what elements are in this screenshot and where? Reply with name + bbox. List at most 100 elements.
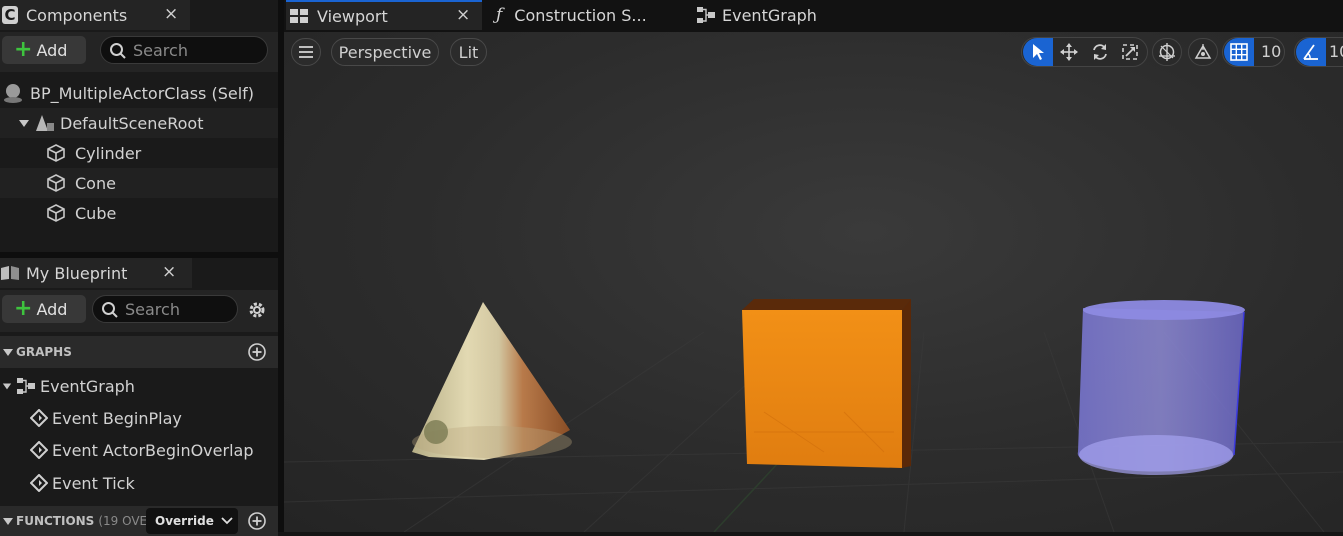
function-icon: ƒ xyxy=(496,5,503,25)
cube-mesh[interactable] xyxy=(742,299,911,468)
close-icon[interactable]: × xyxy=(456,5,470,25)
my-blueprint-tab-label: My Blueprint xyxy=(26,263,128,283)
add-component-label: Add xyxy=(36,40,68,60)
search-icon xyxy=(110,43,126,59)
hamburger-menu-icon xyxy=(299,46,313,58)
tree-item-label: Cylinder xyxy=(75,143,142,163)
components-icon: C xyxy=(2,6,18,24)
chevron-down-icon[interactable] xyxy=(2,381,12,391)
components-search-input[interactable]: Search xyxy=(100,36,268,64)
lit-label: Lit xyxy=(458,42,479,62)
gear-icon[interactable] xyxy=(246,299,268,321)
viewport[interactable]: Perspective Lit 10 10 xyxy=(284,32,1343,532)
tree-item-label: Cone xyxy=(75,173,116,193)
grid-snap-group: 10 xyxy=(1222,37,1285,67)
tree-item-cone[interactable]: Cone xyxy=(0,168,278,198)
static-mesh-icon xyxy=(47,174,65,192)
chevron-down-icon xyxy=(3,349,13,356)
rotation-snap-toggle[interactable] xyxy=(1296,38,1326,66)
scale-icon xyxy=(1122,44,1138,60)
coordinate-system-button[interactable] xyxy=(1152,38,1182,66)
override-dropdown[interactable]: Override xyxy=(146,508,238,534)
cursor-icon xyxy=(1033,44,1044,60)
plus-icon: + xyxy=(14,37,33,62)
add-graph-icon[interactable] xyxy=(247,342,267,362)
select-tool-button[interactable] xyxy=(1023,38,1053,66)
blueprint-toolbar: + Add Search xyxy=(0,290,278,332)
event-graph-icon xyxy=(697,7,715,23)
move-icon xyxy=(1060,43,1078,61)
graphs-section-header[interactable]: GRAPHS xyxy=(0,336,278,368)
static-mesh-icon xyxy=(47,144,65,162)
tree-item-cylinder[interactable]: Cylinder xyxy=(0,138,278,168)
tree-item-label: BP_MultipleActorClass (Self) xyxy=(30,83,255,103)
surface-snap-icon xyxy=(1194,44,1212,59)
chevron-down-icon xyxy=(3,518,13,525)
tree-item-cube[interactable]: Cube xyxy=(0,198,278,228)
blueprint-sphere-icon xyxy=(4,84,22,103)
tab-construction-script[interactable]: ƒ Construction S... xyxy=(492,0,682,30)
add-blueprint-label: Add xyxy=(36,299,68,319)
graph-item-event-actorbeginoverlap[interactable]: Event ActorBeginOverlap xyxy=(0,434,278,466)
graph-item-event-tick[interactable]: Event Tick xyxy=(0,467,278,499)
rotation-snap-value[interactable]: 10 xyxy=(1329,42,1343,61)
transform-tools-group xyxy=(1021,37,1148,67)
tree-item-defaultsceneroot[interactable]: DefaultSceneRoot xyxy=(0,108,278,138)
event-node-icon xyxy=(30,474,48,492)
rotate-icon xyxy=(1093,44,1107,60)
static-mesh-icon xyxy=(47,204,65,222)
cylinder-mesh[interactable] xyxy=(1077,300,1245,475)
editor-tab-bar: Viewport × ƒ Construction S... EventGrap… xyxy=(284,0,1343,32)
graph-item-event-beginplay[interactable]: Event BeginPlay xyxy=(0,402,278,434)
tree-item-label: DefaultSceneRoot xyxy=(60,113,204,133)
add-blueprint-button[interactable]: + Add xyxy=(2,295,86,323)
graph-item-label: Event ActorBeginOverlap xyxy=(52,440,254,460)
graph-item-label: EventGraph xyxy=(40,376,135,396)
rotate-tool-button[interactable] xyxy=(1085,38,1115,66)
move-tool-button[interactable] xyxy=(1054,38,1084,66)
tab-label: EventGraph xyxy=(722,5,817,25)
lit-button[interactable]: Lit xyxy=(450,38,487,66)
grid-snap-value[interactable]: 10 xyxy=(1261,42,1281,61)
graph-item-eventgraph[interactable]: EventGraph xyxy=(0,370,278,402)
event-node-icon xyxy=(30,409,48,427)
perspective-button[interactable]: Perspective xyxy=(331,38,439,66)
blueprint-search-placeholder: Search xyxy=(125,299,180,319)
close-icon[interactable]: × xyxy=(164,4,178,24)
tab-viewport[interactable]: Viewport × xyxy=(286,0,482,30)
world-axis-icon xyxy=(1159,43,1175,61)
close-icon[interactable]: × xyxy=(162,262,176,282)
grid-snap-toggle[interactable] xyxy=(1224,38,1254,66)
tab-label: Viewport xyxy=(317,6,388,26)
perspective-label: Perspective xyxy=(338,42,432,62)
rotation-snap-group: 10 xyxy=(1294,37,1343,67)
plus-icon: + xyxy=(14,296,33,321)
components-tab[interactable]: C Components × xyxy=(0,0,190,30)
event-node-icon xyxy=(30,441,48,459)
tab-label: Construction S... xyxy=(514,5,647,25)
viewport-icon xyxy=(290,9,308,23)
event-graph-icon xyxy=(17,378,35,394)
surface-snapping-button[interactable] xyxy=(1188,38,1218,66)
components-toolbar: + Add Search xyxy=(0,32,278,72)
add-function-icon[interactable] xyxy=(247,511,267,531)
chevron-down-icon xyxy=(221,517,233,525)
tab-eventgraph[interactable]: EventGraph xyxy=(694,0,864,30)
left-panel: C Components × + Add Search BP_MultipleA… xyxy=(0,0,280,536)
blueprint-search-input[interactable]: Search xyxy=(92,295,238,323)
cone-mesh[interactable] xyxy=(412,302,572,460)
graph-item-label: Event Tick xyxy=(52,473,135,493)
my-blueprint-tab[interactable]: My Blueprint × xyxy=(0,258,192,288)
tree-item-self[interactable]: BP_MultipleActorClass (Self) xyxy=(0,78,278,108)
book-icon xyxy=(1,266,19,280)
viewport-scene xyxy=(284,299,1343,532)
scale-tool-button[interactable] xyxy=(1115,38,1145,66)
angle-icon xyxy=(1303,44,1318,60)
chevron-down-icon[interactable] xyxy=(18,117,30,129)
functions-section-label: FUNCTIONS xyxy=(16,514,95,528)
components-search-placeholder: Search xyxy=(133,40,188,60)
graphs-section-label: GRAPHS xyxy=(16,345,72,359)
add-component-button[interactable]: + Add xyxy=(2,36,86,64)
viewport-options-button[interactable] xyxy=(291,38,321,66)
tree-item-label: Cube xyxy=(75,203,117,223)
